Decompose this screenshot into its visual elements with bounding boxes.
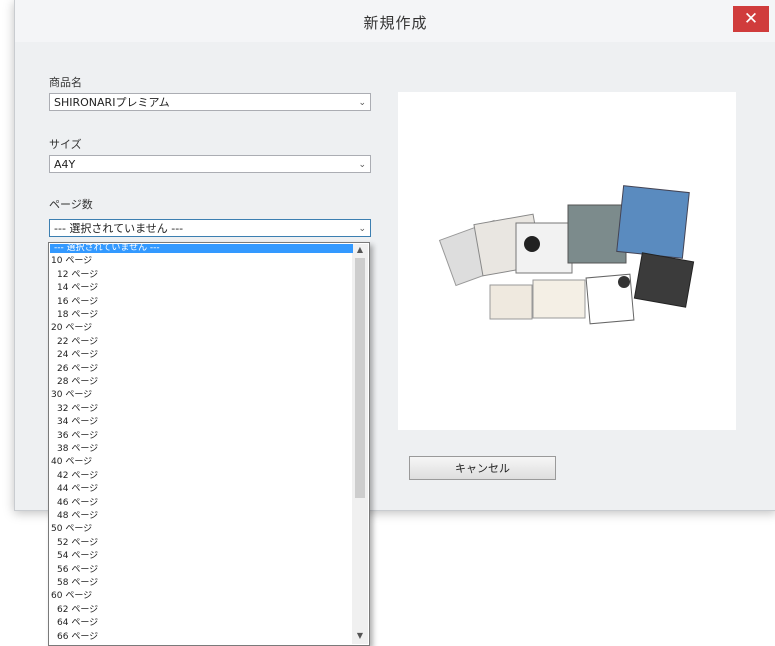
scroll-thumb[interactable] <box>355 258 365 498</box>
dropdown-option[interactable]: --- 選択されていません --- <box>50 244 353 253</box>
dropdown-option[interactable]: 38 ページ <box>57 445 98 454</box>
dropdown-option[interactable]: 30 ページ <box>51 391 92 400</box>
dialog-title: 新規作成 <box>363 14 428 32</box>
pages-dropdown-list[interactable]: ▲ ▼ --- 選択されていません --- 10 ページ 12 ページ 14 ページ 1… <box>48 242 370 646</box>
cancel-button[interactable]: キャンセル <box>409 456 556 480</box>
close-icon: ✕ <box>743 9 759 29</box>
pages-select[interactable]: --- 選択されていません --- ⌄ <box>49 219 371 237</box>
dropdown-option[interactable]: 44 ページ <box>57 485 98 494</box>
dropdown-option[interactable]: 12 ページ <box>57 270 98 280</box>
product-label: 商品名 <box>49 76 82 89</box>
dropdown-option[interactable]: 58 ページ <box>57 579 98 588</box>
dropdown-option[interactable]: 66 ページ <box>57 632 98 642</box>
size-label: サイズ <box>49 138 82 151</box>
dropdown-option[interactable]: 42 ページ <box>57 471 98 481</box>
dropdown-option[interactable]: 16 ページ <box>57 297 98 307</box>
dropdown-option[interactable]: 26 ページ <box>57 364 98 374</box>
dropdown-option[interactable]: 34 ページ <box>57 418 98 427</box>
title-bar: 新規作成 ✕ <box>15 0 775 42</box>
size-value: A4Y <box>54 158 76 171</box>
dropdown-option[interactable]: 10 ページ <box>51 257 92 266</box>
dropdown-option[interactable]: 46 ページ <box>57 498 98 508</box>
close-button[interactable]: ✕ <box>733 6 769 32</box>
product-select[interactable]: SHIRONARIプレミアム ⌄ <box>49 93 371 111</box>
dropdown-option[interactable]: 48 ページ <box>57 512 98 521</box>
dropdown-option[interactable]: 28 ページ <box>57 378 98 387</box>
album-preview-image <box>398 92 736 430</box>
dropdown-option[interactable]: 64 ページ <box>57 619 98 628</box>
chevron-down-icon: ⌄ <box>358 224 366 234</box>
chevron-down-icon: ⌄ <box>358 160 366 170</box>
dropdown-option[interactable]: 24 ページ <box>57 351 98 360</box>
dropdown-scrollbar[interactable]: ▲ ▼ <box>352 244 368 644</box>
dropdown-option[interactable]: 62 ページ <box>57 605 98 615</box>
dropdown-option[interactable]: 54 ページ <box>57 552 98 561</box>
dropdown-option[interactable]: 14 ページ <box>57 284 98 293</box>
pages-label: ページ数 <box>49 198 93 211</box>
chevron-down-icon: ⌄ <box>358 98 366 108</box>
size-select[interactable]: A4Y ⌄ <box>49 155 371 173</box>
pages-value: --- 選択されていません --- <box>54 222 184 235</box>
dropdown-option[interactable]: 40 ページ <box>51 458 92 467</box>
dropdown-option[interactable]: 50 ページ <box>51 525 92 534</box>
scroll-down-icon[interactable]: ▼ <box>352 631 368 643</box>
photo-album-illustration <box>438 185 695 325</box>
product-value: SHIRONARIプレミアム <box>54 96 170 109</box>
scroll-up-icon[interactable]: ▲ <box>352 245 368 257</box>
dropdown-option[interactable]: 22 ページ <box>57 337 98 347</box>
dropdown-option[interactable]: 56 ページ <box>57 565 98 575</box>
dropdown-option[interactable]: 60 ページ <box>51 592 92 601</box>
dropdown-option[interactable]: 18 ページ <box>57 311 98 320</box>
dropdown-option[interactable]: 32 ページ <box>57 404 98 414</box>
dropdown-option[interactable]: 52 ページ <box>57 538 98 548</box>
dropdown-option[interactable]: 20 ページ <box>51 324 92 333</box>
dropdown-option[interactable]: 36 ページ <box>57 431 98 441</box>
